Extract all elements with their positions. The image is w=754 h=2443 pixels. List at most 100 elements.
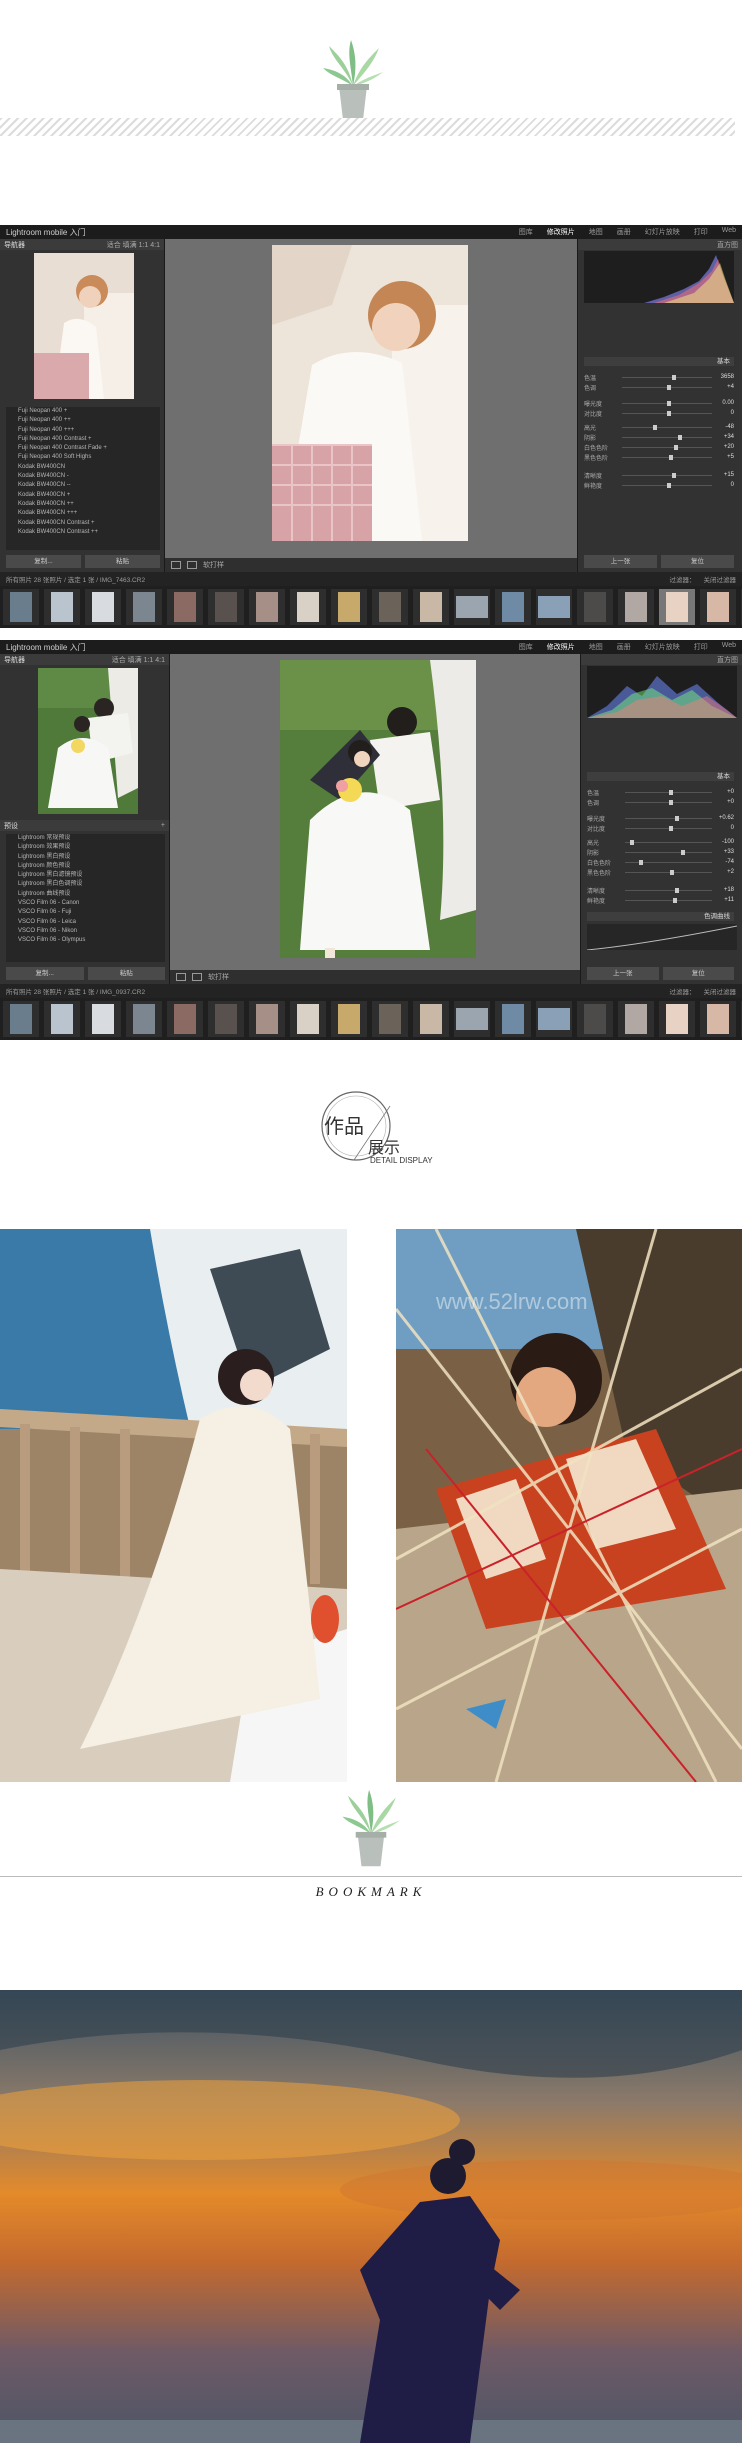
preset-item[interactable]: Kodak BW400CN + [6, 491, 160, 500]
loupe-view-icon[interactable] [176, 973, 186, 981]
preset-item[interactable]: Lightroom 常规预设 [6, 834, 165, 843]
menu-develop[interactable]: 修改照片 [547, 227, 575, 237]
slider-row[interactable]: 鲜艳度 +11 [587, 896, 734, 905]
menu-map[interactable]: 地图 [589, 227, 603, 237]
preset-item[interactable]: Lightroom 效果预设 [6, 843, 165, 852]
compare-view-icon[interactable] [187, 561, 197, 569]
menu-map[interactable]: 地图 [589, 642, 603, 652]
filmstrip-thumbnail[interactable] [331, 589, 367, 625]
reset-button[interactable]: 复位 [662, 967, 734, 980]
filmstrip-thumbnail[interactable] [249, 1001, 285, 1037]
menu-book[interactable]: 画册 [617, 227, 631, 237]
slider-row[interactable]: 黑色色阶 +5 [584, 453, 734, 462]
menu-slideshow[interactable]: 幻灯片放映 [645, 227, 680, 237]
filmstrip-thumbnail[interactable] [536, 589, 572, 625]
preset-item[interactable]: Kodak BW400CN - [6, 472, 160, 481]
basic-section-header[interactable]: 基本 [584, 357, 734, 366]
filmstrip-thumbnail[interactable] [495, 1001, 531, 1037]
filmstrip-thumbnail[interactable] [44, 1001, 80, 1037]
tone-curve-header[interactable]: 色调曲线 [587, 912, 734, 921]
slider-row[interactable]: 对比度 0 [584, 409, 734, 418]
soft-proof-label[interactable]: 软打样 [208, 972, 229, 982]
filmstrip-thumbnail[interactable] [167, 1001, 203, 1037]
preset-item[interactable]: Fuji Neopan 400 +++ [6, 426, 160, 435]
filmstrip-thumbnail[interactable] [659, 1001, 695, 1037]
slider-row[interactable]: 色调 +0 [587, 798, 734, 807]
paste-button[interactable]: 粘贴 [87, 967, 165, 980]
preset-item[interactable]: Lightroom 黑白预设 [6, 853, 165, 862]
navigator-zoom-options[interactable]: 适合 填满 1:1 4:1 [112, 655, 165, 665]
menu-library[interactable]: 图库 [519, 227, 533, 237]
filmstrip-thumbnail[interactable] [290, 589, 326, 625]
filmstrip-thumbnail[interactable] [85, 589, 121, 625]
previous-button[interactable]: 上一张 [584, 555, 657, 568]
preset-item[interactable]: Kodak BW400CN [6, 463, 160, 472]
filmstrip-thumbnail[interactable] [3, 589, 39, 625]
filmstrip-thumbnail[interactable] [85, 1001, 121, 1037]
slider-row[interactable]: 阴影 +34 [584, 433, 734, 442]
filmstrip-thumbnail[interactable] [577, 1001, 613, 1037]
slider-row[interactable]: 色温 3658 [584, 373, 734, 382]
preset-item[interactable]: Lightroom 曲线预设 [6, 890, 165, 899]
filmstrip-thumbnail[interactable] [167, 589, 203, 625]
slider-row[interactable]: 白色色阶 -74 [587, 858, 734, 867]
filmstrip-thumbnail-selected[interactable] [659, 589, 695, 625]
filmstrip-thumbnail[interactable] [126, 589, 162, 625]
filmstrip-thumbnail[interactable] [331, 1001, 367, 1037]
histogram-header[interactable]: 直方图 [578, 239, 742, 250]
filmstrip-thumbnail[interactable] [413, 589, 449, 625]
filmstrip-thumbnail[interactable] [577, 589, 613, 625]
slider-row[interactable]: 色温 +0 [587, 788, 734, 797]
filmstrip-thumbnail[interactable] [700, 589, 736, 625]
filmstrip-thumbnail[interactable] [372, 589, 408, 625]
copy-button[interactable]: 复制... [6, 967, 84, 980]
filter-select[interactable]: 关闭过滤器 [704, 986, 737, 996]
navigator-header[interactable]: 导航器 适合 填满 1:1 4:1 [0, 654, 169, 665]
soft-proof-label[interactable]: 软打样 [203, 560, 224, 570]
histogram-header[interactable]: 直方图 [581, 654, 742, 665]
menu-slideshow[interactable]: 幻灯片放映 [645, 642, 680, 652]
menu-book[interactable]: 画册 [617, 642, 631, 652]
preset-item[interactable]: Kodak BW400CN Contrast + [6, 519, 160, 528]
slider-row[interactable]: 清晰度 +18 [587, 886, 734, 895]
slider-row[interactable]: 清晰度 +15 [584, 471, 734, 480]
preset-item[interactable]: Lightroom 黑白滤镜预设 [6, 871, 165, 880]
slider-row[interactable]: 白色色阶 +20 [584, 443, 734, 452]
preset-item[interactable]: VSCO Film 06 - Leica [6, 918, 165, 927]
slider-row[interactable]: 黑色色阶 +2 [587, 868, 734, 877]
preset-item[interactable]: VSCO Film 06 - Nikon [6, 927, 165, 936]
slider-row[interactable]: 鲜艳度 0 [584, 481, 734, 490]
preset-item[interactable]: VSCO Film 06 - Canon [6, 899, 165, 908]
slider-row[interactable]: 曝光度 0.00 [584, 399, 734, 408]
basic-section-header[interactable]: 基本 [587, 772, 734, 781]
add-preset-icon[interactable]: + [161, 822, 165, 829]
menu-develop[interactable]: 修改照片 [547, 642, 575, 652]
preset-item[interactable]: Fuji Neopan 400 Contrast Fade + [6, 444, 160, 453]
filmstrip-thumbnail[interactable] [741, 589, 742, 625]
reset-button[interactable]: 复位 [661, 555, 734, 568]
slider-row[interactable]: 阴影 +33 [587, 848, 734, 857]
filmstrip-thumbnail[interactable] [618, 589, 654, 625]
navigator-zoom-options[interactable]: 适合 填满 1:1 4:1 [107, 240, 160, 250]
filmstrip-thumbnail[interactable] [290, 1001, 326, 1037]
filmstrip-thumbnail[interactable] [700, 1001, 736, 1037]
preset-header[interactable]: 预设 + [0, 820, 169, 831]
filmstrip-thumbnail[interactable] [208, 1001, 244, 1037]
copy-button[interactable]: 复制... [6, 555, 81, 568]
menu-web[interactable]: Web [722, 642, 736, 652]
preset-item[interactable]: Kodak BW400CN -- [6, 481, 160, 490]
compare-view-icon[interactable] [192, 973, 202, 981]
slider-row[interactable]: 对比度 0 [587, 824, 734, 833]
preset-item[interactable]: VSCO Film 06 - Olympus [6, 936, 165, 945]
filmstrip-thumbnail[interactable] [3, 1001, 39, 1037]
slider-row[interactable]: 高光 -48 [584, 423, 734, 432]
loupe-view-icon[interactable] [171, 561, 181, 569]
preset-item[interactable]: Fuji Neopan 400 Contrast + [6, 435, 160, 444]
filmstrip-thumbnail[interactable] [618, 1001, 654, 1037]
filmstrip-thumbnail[interactable] [454, 1001, 490, 1037]
navigator-header[interactable]: 导航器 适合 填满 1:1 4:1 [0, 239, 164, 250]
filmstrip-thumbnail[interactable] [536, 1001, 572, 1037]
preset-item[interactable]: Kodak BW400CN Contrast ++ [6, 528, 160, 537]
filmstrip-thumbnail[interactable] [372, 1001, 408, 1037]
filmstrip-thumbnail[interactable] [741, 1001, 742, 1037]
